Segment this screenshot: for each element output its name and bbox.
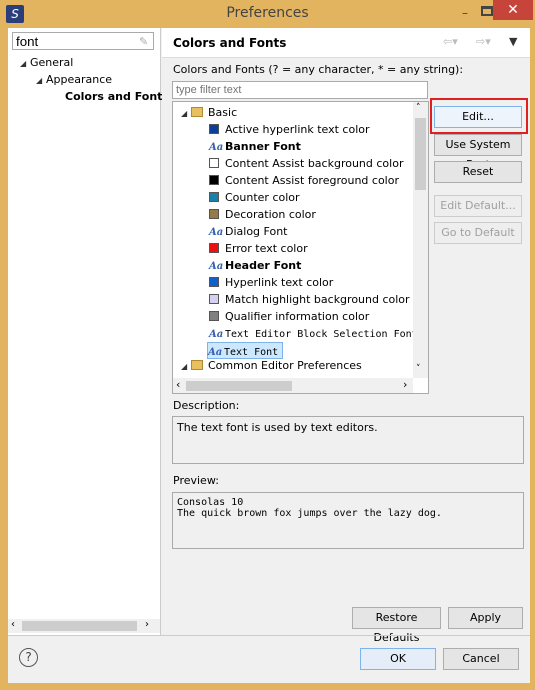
ok-button[interactable]: OK	[360, 648, 436, 670]
tree-item-general[interactable]: ◢ General	[20, 56, 73, 69]
item-label: Decoration color	[225, 208, 316, 221]
color-swatch-icon	[209, 209, 219, 219]
folder-icon	[191, 360, 203, 370]
list-hscroll-thumb[interactable]	[186, 381, 292, 391]
use-system-font-button[interactable]: Use System Font	[434, 134, 522, 171]
footer-divider	[8, 635, 530, 636]
folder-icon	[191, 107, 203, 117]
scroll-right-icon[interactable]: ›	[403, 378, 407, 391]
help-icon[interactable]: ?	[19, 648, 38, 667]
description-box: The text font is used by text editors.	[172, 416, 524, 464]
expand-icon: ◢	[20, 59, 27, 68]
tree-item-appearance[interactable]: ◢ Appearance	[36, 73, 112, 86]
list-vscroll-thumb[interactable]	[415, 118, 426, 190]
tree-label: Appearance	[46, 73, 113, 86]
item-label: Active hyperlink text color	[225, 123, 370, 136]
window-title: Preferences	[226, 5, 309, 21]
color-swatch-icon	[209, 192, 219, 202]
tree-item-colors-and-fonts[interactable]: Colors and Fonts	[65, 90, 169, 103]
scroll-up-icon[interactable]: ˄	[416, 103, 421, 113]
color-swatch-icon	[209, 294, 219, 304]
tree-scroll-thumb[interactable]	[22, 621, 137, 631]
item-label: Banner Font	[225, 140, 301, 153]
item-label: Qualifier information color	[225, 310, 370, 323]
colors-fonts-tree[interactable]: ◢ Basic Active hyperlink text color Aa Bann…	[172, 101, 429, 394]
item-label: Dialog Font	[225, 225, 288, 238]
list-item[interactable]: Aa Dialog Font	[209, 223, 287, 240]
font-icon: Aa	[209, 261, 224, 272]
list-item[interactable]: Counter color	[209, 189, 300, 206]
apply-button[interactable]: Apply	[448, 607, 523, 629]
restore-defaults-button[interactable]: Restore Defaults	[352, 607, 441, 644]
tree-label: General	[30, 56, 74, 69]
preview-line: Consolas 10	[177, 497, 244, 508]
color-swatch-icon	[209, 124, 219, 134]
group-label: Common Editor Preferences	[208, 359, 362, 372]
list-item[interactable]: Error text color	[209, 240, 308, 257]
list-item[interactable]: Content Assist foreground color	[209, 172, 399, 189]
filter-label: Colors and Fonts (? = any character, * =…	[173, 63, 464, 76]
item-label: Counter color	[225, 191, 300, 204]
font-icon: Aa	[209, 329, 224, 340]
list-item[interactable]: Active hyperlink text color	[209, 121, 370, 138]
color-swatch-icon	[209, 158, 219, 168]
expand-icon: ◢	[36, 76, 43, 85]
scroll-left-icon[interactable]: ‹	[11, 619, 15, 630]
preview-label: Preview:	[173, 474, 219, 487]
item-label: Content Assist background color	[225, 157, 404, 170]
font-icon: Aa	[209, 142, 224, 153]
scroll-left-icon[interactable]: ‹	[176, 378, 180, 391]
minimize-button[interactable]: –	[462, 6, 476, 20]
clear-search-icon[interactable]: ✎	[139, 35, 148, 48]
preference-tree-panel	[8, 28, 161, 635]
cancel-button[interactable]: Cancel	[443, 648, 519, 670]
list-item[interactable]: Aa Text Editor Block Selection Font	[209, 325, 418, 342]
item-label: Hyperlink text color	[225, 276, 334, 289]
font-icon: Aa	[209, 227, 224, 238]
forward-icon[interactable]: ⇨▾	[476, 35, 491, 48]
expand-icon: ◢	[181, 109, 188, 118]
edit-button[interactable]: Edit...	[434, 106, 522, 128]
preference-search-input[interactable]	[12, 32, 154, 50]
view-menu-icon[interactable]: ▼	[509, 35, 517, 48]
scroll-right-icon[interactable]: ›	[145, 619, 149, 630]
page-title: Colors and Fonts	[173, 36, 287, 50]
edit-default-button[interactable]: Edit Default...	[434, 195, 522, 217]
preview-box: Consolas 10 The quick brown fox jumps ov…	[172, 492, 524, 549]
list-item[interactable]: Aa Banner Font	[209, 138, 301, 155]
reset-button[interactable]: Reset	[434, 161, 522, 183]
list-item[interactable]: Match highlight background color	[209, 291, 410, 308]
list-item[interactable]: Aa Header Font	[209, 257, 301, 274]
expand-icon: ◢	[181, 362, 188, 371]
preview-line: The quick brown fox jumps over the lazy …	[177, 508, 442, 519]
item-label: Header Font	[225, 259, 302, 272]
scroll-down-icon[interactable]: ˅	[416, 364, 421, 374]
color-swatch-icon	[209, 175, 219, 185]
filter-input[interactable]	[172, 81, 428, 99]
item-label: Match highlight background color	[225, 293, 410, 306]
color-swatch-icon	[209, 277, 219, 287]
list-item[interactable]: Qualifier information color	[209, 308, 369, 325]
list-item[interactable]: Decoration color	[209, 206, 316, 223]
group-basic[interactable]: ◢ Basic	[181, 104, 237, 121]
item-label: Text Editor Block Selection Font	[225, 329, 418, 340]
go-to-default-button[interactable]: Go to Default	[434, 222, 522, 244]
maximize-button[interactable]	[481, 6, 493, 16]
list-item[interactable]: Hyperlink text color	[209, 274, 333, 291]
description-label: Description:	[173, 399, 240, 412]
list-item[interactable]: Content Assist background color	[209, 155, 403, 172]
color-swatch-icon	[209, 311, 219, 321]
group-label: Basic	[208, 106, 238, 119]
item-label: Content Assist foreground color	[225, 174, 399, 187]
back-icon[interactable]: ⇦▾	[443, 35, 458, 48]
color-swatch-icon	[209, 243, 219, 253]
group-common-editor-preferences[interactable]: ◢ Common Editor Preferences	[181, 357, 362, 374]
item-label: Error text color	[225, 242, 308, 255]
description-text: The text font is used by text editors.	[177, 421, 378, 434]
close-button[interactable]: ✕	[493, 0, 533, 20]
